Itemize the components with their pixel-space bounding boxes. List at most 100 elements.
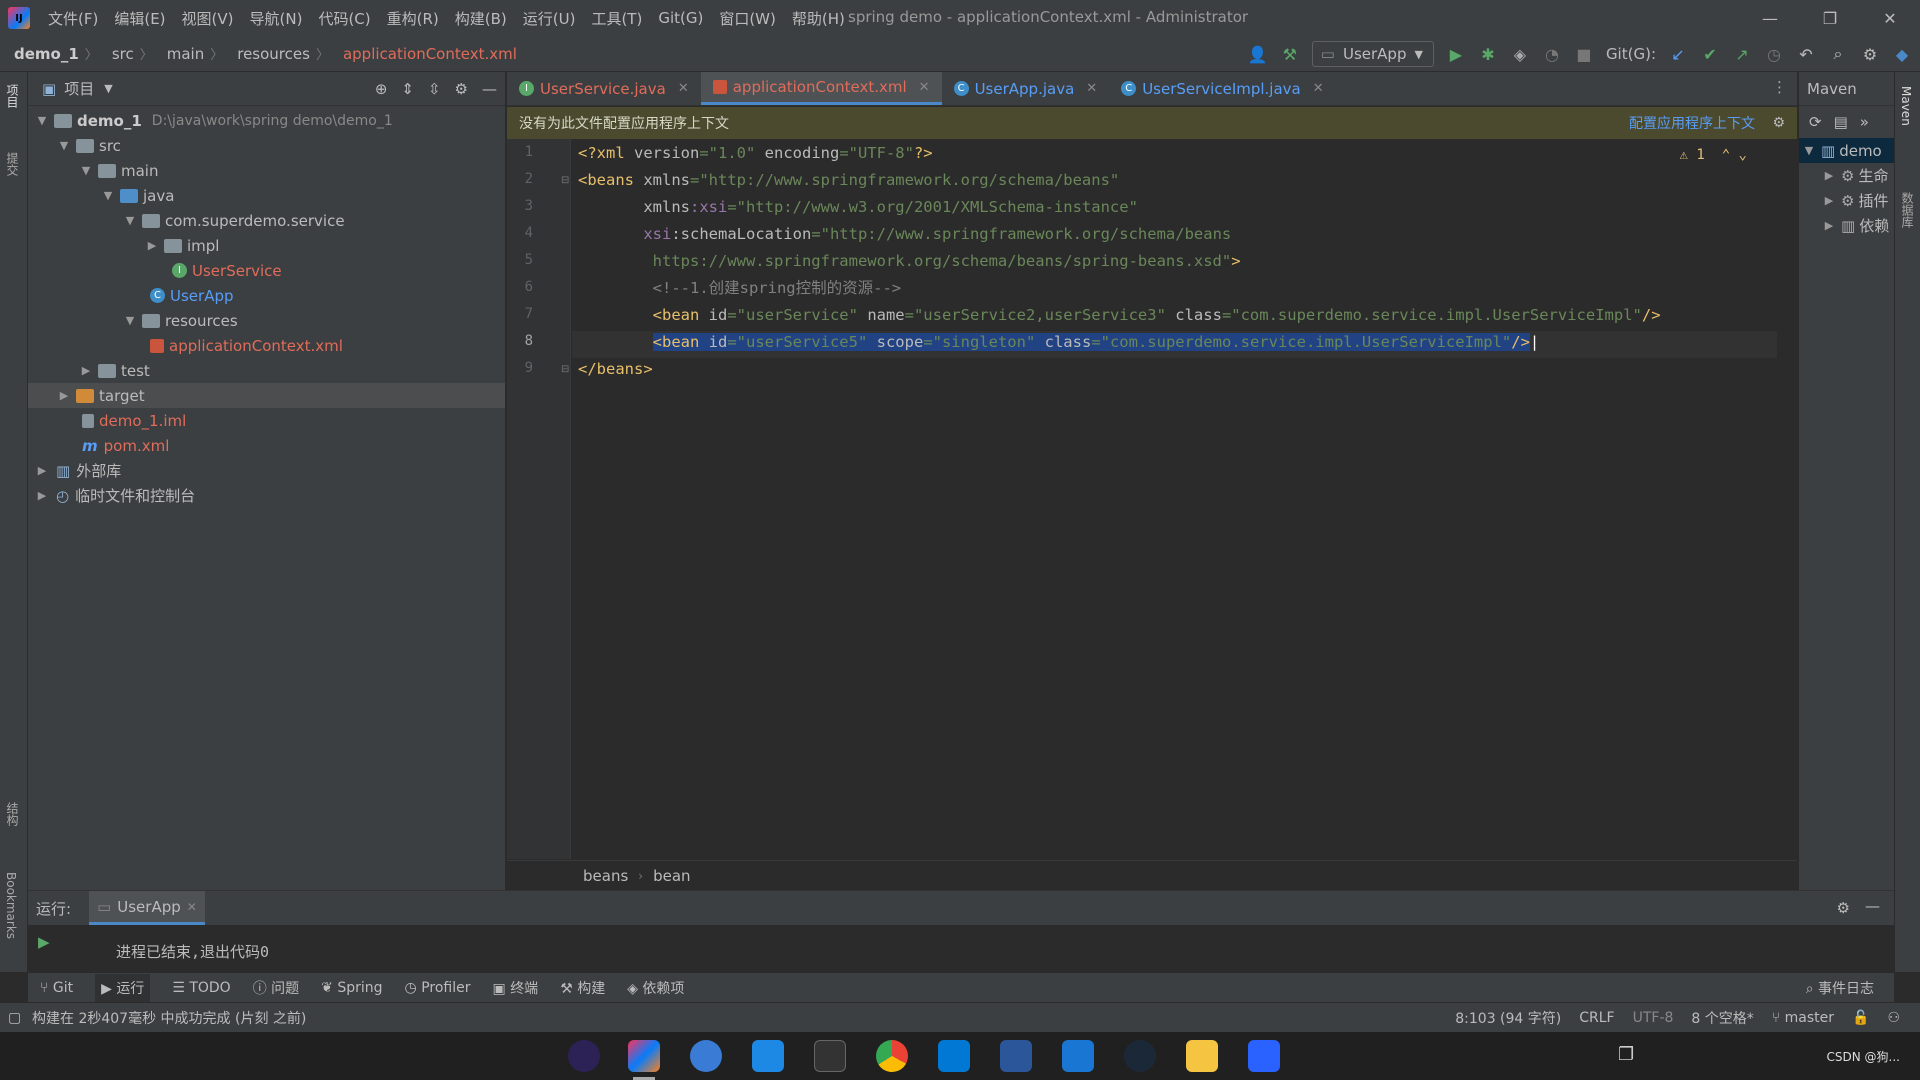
chevron-right-icon[interactable]: ▶ <box>1821 219 1837 232</box>
close-icon[interactable]: ✕ <box>919 80 930 95</box>
stop-icon[interactable]: ■ <box>1574 45 1594 64</box>
rollback-icon[interactable]: ↶ <box>1796 45 1816 64</box>
minimize-button[interactable]: — <box>1740 0 1800 36</box>
tool-tab-run[interactable]: ▶ 运行 <box>95 973 151 1002</box>
todo-icon[interactable] <box>1062 1040 1094 1072</box>
terminal-icon[interactable] <box>814 1040 846 1072</box>
maven-lifecycle-item[interactable]: ▶ ⚙ 生命 <box>1799 163 1894 188</box>
menu-navigate[interactable]: 导航(N) <box>242 8 311 29</box>
tab-userserviceimpl[interactable]: C UserServiceImpl.java ✕ <box>1109 72 1335 105</box>
gear-icon[interactable]: ⚙ <box>455 80 468 98</box>
chevron-down-icon[interactable]: ▼ <box>1801 144 1817 157</box>
chevron-right-icon[interactable]: ▶ <box>1821 169 1837 182</box>
tree-item-userapp[interactable]: C UserApp <box>28 283 505 308</box>
tab-userservice[interactable]: I UserService.java ✕ <box>507 72 701 105</box>
fold-icon[interactable]: ⊟ <box>561 364 569 375</box>
chevron-down-icon[interactable]: ▼ <box>78 164 94 177</box>
configure-context-link[interactable]: 配置应用程序上下文 <box>1629 113 1755 133</box>
file-explorer-icon[interactable] <box>1186 1040 1218 1072</box>
breadcrumb-beans[interactable]: beans <box>583 867 628 885</box>
tool-tab-dependencies[interactable]: ◈ 依赖项 <box>627 978 684 998</box>
notifications-icon[interactable]: ⚇ <box>1887 1010 1900 1026</box>
tool-tab-terminal[interactable]: ▣ 终端 <box>493 978 539 998</box>
strip-database[interactable]: 数据库 <box>1899 192 1916 228</box>
file-encoding[interactable]: UTF-8 <box>1633 1010 1674 1026</box>
chevron-down-icon[interactable]: ▼ <box>100 189 116 202</box>
more-icon[interactable]: » <box>1860 113 1869 131</box>
menu-file[interactable]: 文件(F) <box>40 8 106 29</box>
tree-item-main[interactable]: ▼ main <box>28 158 505 183</box>
tool-tab-build[interactable]: ⚒ 构建 <box>560 978 605 998</box>
line-separator[interactable]: CRLF <box>1579 1010 1614 1026</box>
run-icon[interactable]: ▶ <box>1446 45 1466 64</box>
steam-icon[interactable] <box>1124 1040 1156 1072</box>
breadcrumb-main[interactable]: main <box>153 45 204 63</box>
panel-toggle-icon[interactable]: ▢ <box>8 1010 21 1026</box>
tab-applicationcontext[interactable]: applicationContext.xml ✕ <box>700 72 942 105</box>
refresh-icon[interactable]: ⟳ <box>1809 113 1822 131</box>
tree-item-src[interactable]: ▼ src <box>28 133 505 158</box>
task-view-icon[interactable]: ❐ <box>1618 1044 1634 1065</box>
gear-icon[interactable]: ⚙ <box>1860 45 1880 64</box>
menu-tools[interactable]: 工具(T) <box>583 8 650 29</box>
menu-code[interactable]: 代码(C) <box>310 8 378 29</box>
chevron-down-icon[interactable]: ▼ <box>122 314 138 327</box>
rerun-icon[interactable]: ▶ <box>38 933 50 951</box>
menu-refactor[interactable]: 重构(R) <box>379 8 447 29</box>
expand-all-icon[interactable]: ⇕ <box>401 80 414 98</box>
tree-item-iml[interactable]: demo_1.iml <box>28 408 505 433</box>
strip-bookmarks[interactable]: Bookmarks <box>4 872 18 939</box>
caret-position[interactable]: 8:103 (94 字符) <box>1455 1008 1561 1028</box>
tree-item-package[interactable]: ▼ com.superdemo.service <box>28 208 505 233</box>
tree-item-resources[interactable]: ▼ resources <box>28 308 505 333</box>
indent-setting[interactable]: 8 个空格* <box>1691 1008 1753 1028</box>
breadcrumb-file[interactable]: applicationContext.xml <box>329 45 517 63</box>
tree-item-demo1[interactable]: ▼ demo_1 D:\java\work\spring demo\demo_1 <box>28 108 505 133</box>
add-project-icon[interactable]: ▤ <box>1834 113 1848 131</box>
vscode-icon[interactable] <box>938 1040 970 1072</box>
tree-item-java[interactable]: ▼ java <box>28 183 505 208</box>
menu-view[interactable]: 视图(V) <box>174 8 242 29</box>
breadcrumb-src[interactable]: src <box>98 45 134 63</box>
history-icon[interactable]: ◷ <box>1764 45 1784 64</box>
tree-item-impl[interactable]: ▶ impl <box>28 233 505 258</box>
tree-item-test[interactable]: ▶ test <box>28 358 505 383</box>
build-hammer-icon[interactable]: ⚒ <box>1280 45 1300 64</box>
git-update-icon[interactable]: ↙ <box>1668 45 1688 64</box>
maven-panel-title[interactable]: Maven <box>1807 80 1857 98</box>
project-panel-title[interactable]: 项目 <box>64 78 94 99</box>
tree-item-pom[interactable]: m pom.xml <box>28 433 505 458</box>
event-log-button[interactable]: ⌕ 事件日志 <box>1806 978 1874 998</box>
chevron-right-icon[interactable]: ▶ <box>144 239 160 252</box>
run-tab-userapp[interactable]: ▭ UserApp ✕ <box>89 891 205 925</box>
breadcrumb-resources[interactable]: resources <box>223 45 310 63</box>
menu-build[interactable]: 构建(B) <box>447 8 515 29</box>
tree-item-userservice[interactable]: I UserService <box>28 258 505 283</box>
git-push-icon[interactable]: ↗ <box>1732 45 1752 64</box>
word-icon[interactable] <box>1000 1040 1032 1072</box>
hide-panel-icon[interactable]: — <box>1865 897 1880 915</box>
close-window-button[interactable]: ✕ <box>1860 0 1920 36</box>
status-message[interactable]: 构建在 2秒407毫秒 中成功完成 (片刻 之前) <box>32 1008 306 1028</box>
debug-icon[interactable]: ✱ <box>1478 45 1498 64</box>
tool-tab-git[interactable]: ⑂ Git <box>40 980 73 996</box>
close-icon[interactable]: ✕ <box>1313 81 1324 96</box>
strip-commit[interactable]: 提交 <box>4 152 21 176</box>
menu-window[interactable]: 窗口(W) <box>711 8 784 29</box>
coverage-icon[interactable]: ◈ <box>1510 45 1530 64</box>
tool-tab-todo[interactable]: ☰ TODO <box>172 980 230 996</box>
app-icon[interactable] <box>752 1040 784 1072</box>
lock-icon[interactable]: 🔓 <box>1852 1010 1869 1026</box>
restore-button[interactable]: ❐ <box>1800 0 1860 36</box>
maven-dependencies-item[interactable]: ▶ ▥ 依赖 <box>1799 213 1894 238</box>
locate-icon[interactable]: ⊕ <box>375 80 388 98</box>
search-icon[interactable]: ⌕ <box>1828 44 1848 64</box>
hide-panel-icon[interactable]: — <box>482 80 497 98</box>
breadcrumb-bean[interactable]: bean <box>653 867 690 885</box>
run-configuration-select[interactable]: ▭ UserApp ▼ <box>1311 41 1434 67</box>
close-icon[interactable]: ✕ <box>678 81 689 96</box>
chevron-right-icon[interactable]: ▶ <box>1821 194 1837 207</box>
gear-icon[interactable]: ⚙ <box>1772 115 1785 131</box>
tab-userapp[interactable]: C UserApp.java ✕ <box>942 72 1110 105</box>
tree-item-applicationcontext[interactable]: applicationContext.xml <box>28 333 505 358</box>
